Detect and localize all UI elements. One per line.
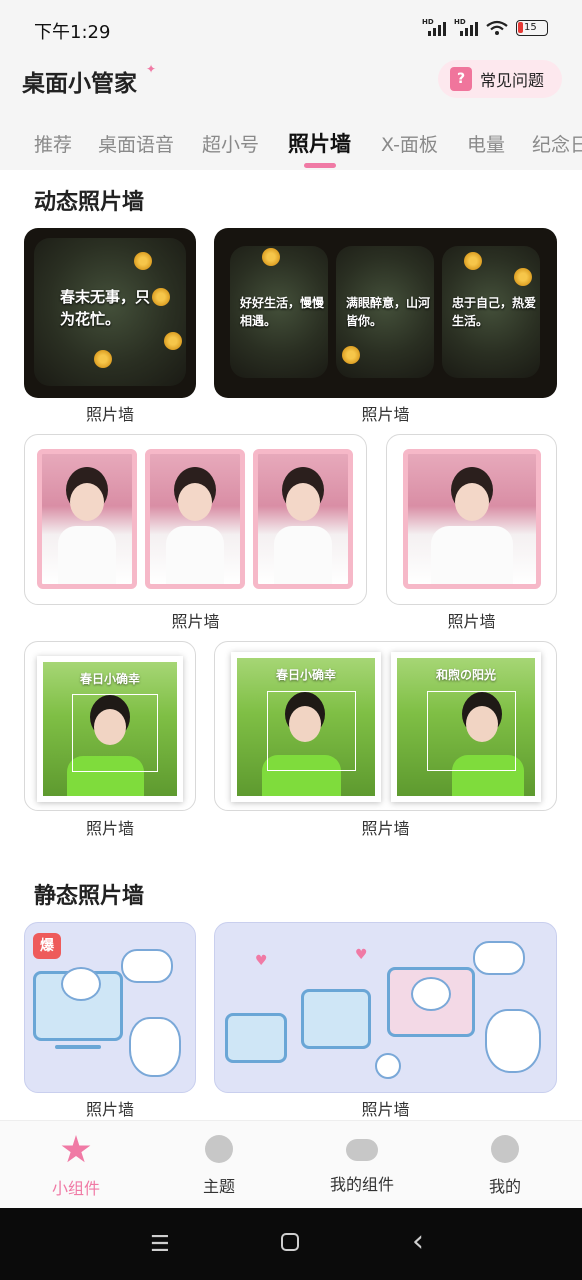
cloud-icon [346,1139,378,1161]
content-scroll[interactable]: 动态照片墙 春末无事，只为花忙。 照片墙 好好生活，慢慢相遇。 满眼醉意，山河皆… [0,170,582,1120]
flower-icon [262,248,280,266]
flower-icon [134,252,152,270]
flower-icon [464,252,482,270]
flower-icon [164,332,182,350]
tab-battery[interactable]: 电量 [467,130,505,157]
flower-icon [514,268,532,286]
section-title-dynamic: 动态照片墙 [34,190,145,215]
card-label: 照片墙 [85,1100,134,1119]
card-label: 照片墙 [85,405,134,424]
nav-item-widgets[interactable]: 小组件 [26,1135,126,1199]
widget-card-cinnamoroll-small[interactable]: 爆 [24,922,196,1093]
app-title: 桌面小管家 [22,64,141,98]
widget-card-green-wide[interactable]: 春日小确幸 和煦の阳光 [214,641,557,811]
menu-icon[interactable]: ☰ [150,1232,170,1257]
photo-frame [37,449,137,589]
photo-caption: 和煦の阳光 [435,668,496,682]
monitor-graphic [301,989,371,1049]
widget-card-dark-wide[interactable]: 好好生活，慢慢相遇。 满眼醉意，山河皆你。 忠于自己，热爱生活。 [214,228,557,398]
photo-caption: 春日小确幸 [79,672,140,686]
cinnamoroll-icon [61,967,101,1001]
photo-frame [145,449,245,589]
photo-frame: 春日小确幸 [231,652,381,802]
photo-frame [253,449,353,589]
faq-button[interactable]: ? 常见问题 [438,60,562,98]
nav-item-themes[interactable]: 主题 [169,1135,269,1197]
tab-desktop-voice[interactable]: 桌面语音 [98,130,174,157]
widget-card-cinnamoroll-wide[interactable]: ♥ ♥ [214,922,557,1093]
system-nav-bar: ☰ ‹ [0,1208,582,1280]
status-time: 下午1:29 [34,22,111,43]
star-icon [61,1135,91,1163]
heart-icon: ♥ [255,953,268,969]
faq-label: 常见问题 [480,71,545,90]
flower-icon [94,350,112,368]
tab-recommend[interactable]: 推荐 [34,130,72,157]
card-label: 照片墙 [361,405,410,424]
poem-text: 忠于自己，热爱生活。 [452,296,537,328]
bunny-icon [129,1017,181,1077]
speech-bubble [473,941,525,975]
battery-icon: 15 [516,20,548,36]
tab-anniversary[interactable]: 纪念日 [532,130,582,157]
sparkle-icon: ✦ [146,62,157,76]
home-icon[interactable] [281,1233,299,1251]
poem-text: 好好生活，慢慢相遇。 [240,296,325,328]
signal-icon: HD [422,18,446,36]
section-title-static: 静态照片墙 [34,884,145,909]
heart-icon: ♥ [355,947,368,963]
speech-bubble [121,949,173,983]
category-tabs: 推荐 桌面语音 超小号 照片墙 X-面板 电量 纪念日 [0,116,582,170]
nav-label: 我的组件 [329,1175,394,1194]
card-label: 照片墙 [361,819,410,838]
bunny-icon [485,1009,541,1073]
status-icons: HD HD 15 [422,18,548,36]
heart-wave-icon [205,1135,233,1163]
nav-label: 我的 [488,1177,521,1196]
tab-active-indicator [304,163,336,168]
widget-card-pink-wide[interactable] [24,434,367,605]
poem-text: 满眼醉意，山河皆你。 [346,296,431,328]
photo-frame: 春日小确幸 [37,656,183,802]
battery-level: 15 [524,22,537,33]
status-bar: 下午1:29 HD HD 15 [0,0,582,46]
photo-caption: 春日小确幸 [275,668,336,682]
cinnamoroll-icon [411,977,451,1011]
cat-icon [375,1053,401,1079]
card-label: 照片墙 [447,612,496,631]
back-icon[interactable]: ‹ [412,1224,424,1259]
flower-icon [342,346,360,364]
smiley-icon [491,1135,519,1163]
app-header: 桌面小管家 ✦ ? 常见问题 [0,46,582,116]
monitor-stand [55,1045,101,1049]
wifi-icon [486,20,508,35]
nav-item-profile[interactable]: 我的 [455,1135,555,1197]
photo-frame [403,449,541,589]
card-label: 照片墙 [171,612,220,631]
bottom-nav: 小组件 主题 我的组件 我的 [0,1120,582,1208]
widget-card-green-small[interactable]: 春日小确幸 [24,641,196,811]
poem-text: 春末无事，只为花忙。 [60,288,151,328]
hot-badge: 爆 [33,933,61,959]
tab-photo-wall[interactable]: 照片墙 [288,128,351,158]
photo-frame: 和煦の阳光 [391,652,541,802]
nav-label: 小组件 [51,1179,100,1198]
widget-card-dark-small[interactable]: 春末无事，只为花忙。 [24,228,196,398]
tab-extra-small[interactable]: 超小号 [202,130,259,157]
card-label: 照片墙 [361,1100,410,1119]
signal-icon: HD [454,18,478,36]
tab-x-panel[interactable]: X-面板 [381,130,438,157]
nav-item-my-widgets[interactable]: 我的组件 [312,1135,412,1195]
nav-label: 主题 [202,1177,235,1196]
card-label: 照片墙 [85,819,134,838]
widget-card-pink-small[interactable] [386,434,557,605]
monitor-graphic [225,1013,287,1063]
question-icon: ? [450,67,472,91]
